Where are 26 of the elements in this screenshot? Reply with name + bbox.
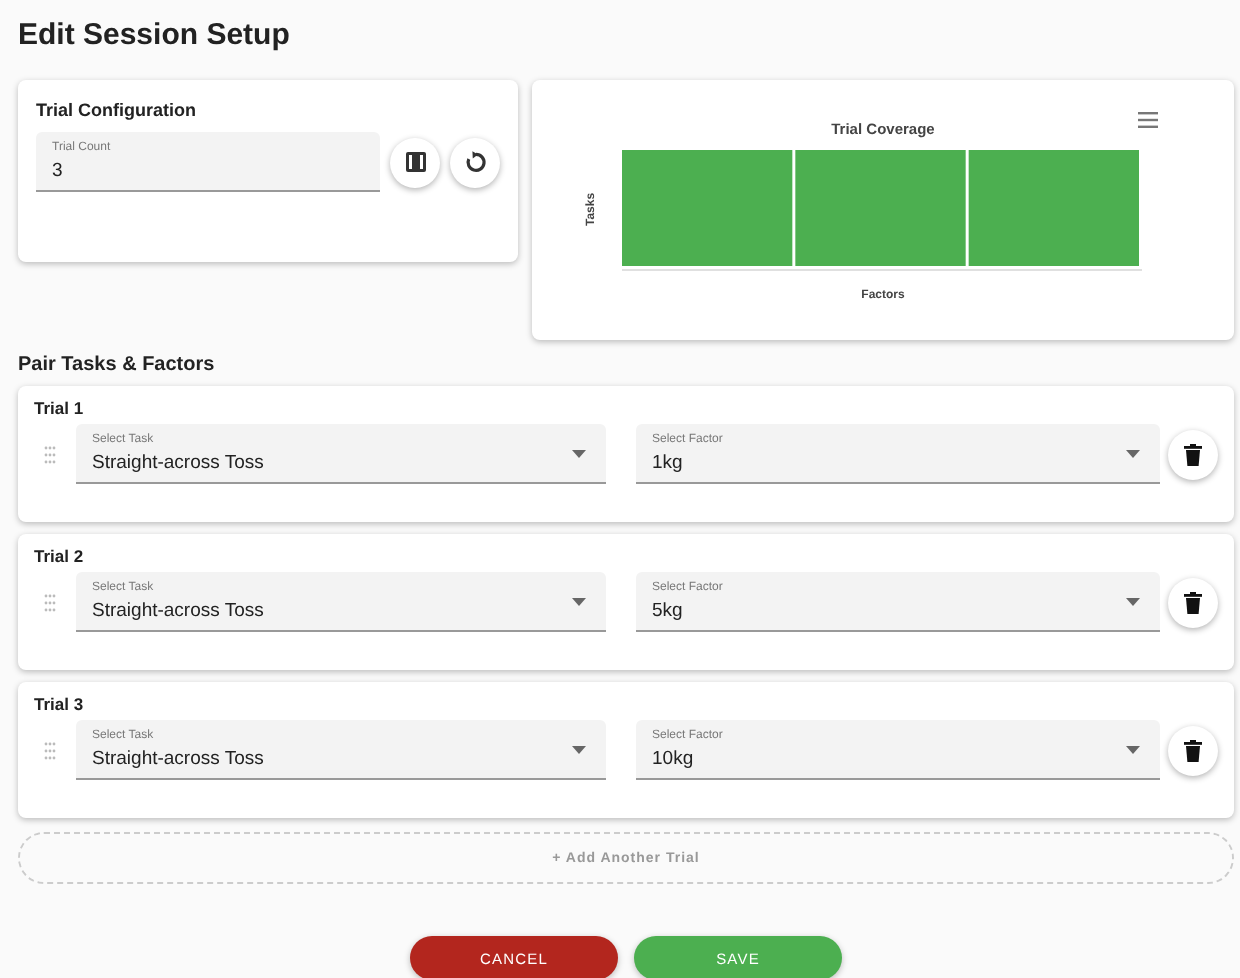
trial-title: Trial 2 [34,546,86,570]
trash-icon [1184,443,1202,465]
caret-icon [572,450,586,458]
drag-handle-icon[interactable] [44,445,56,463]
trial-title: Trial 3 [34,694,86,718]
reset-button[interactable] [450,137,501,187]
delete-button[interactable] [1168,725,1218,775]
menu-icon[interactable] [1138,112,1158,128]
drag-handle-icon[interactable] [44,741,56,759]
trash-icon [1184,591,1202,613]
table-icon [403,150,428,174]
section-title: Pair Tasks & Factors [18,352,217,380]
caret-icon [572,598,586,606]
caret-icon [572,746,586,754]
trial-title: Trial 1 [34,398,86,422]
delete-button[interactable] [1168,429,1218,479]
grid-button[interactable] [390,137,441,187]
page-title: Edit Session Setup [18,16,292,56]
trash-icon [1184,739,1202,761]
caret-icon [1126,598,1140,606]
card-title: Trial Configuration [36,100,198,120]
delete-button[interactable] [1168,577,1218,627]
drag-handle-icon[interactable] [44,593,56,611]
refresh-icon [463,150,488,174]
caret-icon [1126,450,1140,458]
caret-icon [1126,746,1140,754]
